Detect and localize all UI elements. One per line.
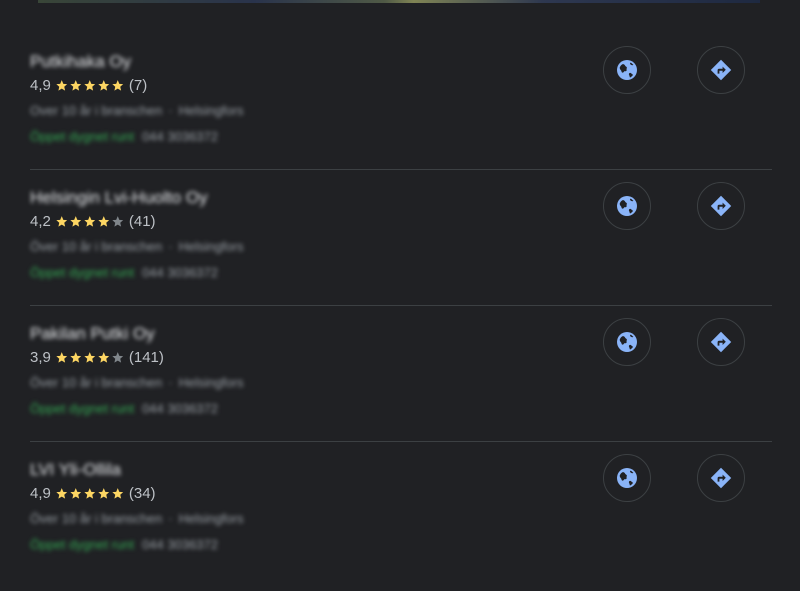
listing-actions: [603, 46, 745, 94]
phone-number[interactable]: 044 3036372: [142, 265, 218, 280]
business-name[interactable]: Helsingin Lvi-Huolto Oy: [30, 186, 244, 210]
star-filled-icon: [55, 487, 69, 500]
phone-number[interactable]: 044 3036372: [142, 401, 218, 416]
review-count[interactable]: (34): [129, 485, 156, 502]
star-empty-icon: [111, 351, 125, 364]
directions-icon: [709, 466, 733, 490]
star-filled-icon: [69, 351, 83, 364]
hours-row: Öppet dygnet runt 044 3036372: [30, 534, 244, 556]
star-filled-icon: [55, 215, 69, 228]
star-filled-icon: [97, 215, 111, 228]
star-filled-icon: [97, 79, 111, 92]
globe-icon: [615, 466, 639, 490]
separator-dot: ·: [168, 375, 173, 390]
star-filled-icon: [69, 79, 83, 92]
rating-value: 4,9: [30, 76, 51, 94]
star-empty-icon: [111, 215, 125, 228]
location-text: Helsingfors: [178, 511, 244, 526]
rating-value: 4,2: [30, 212, 51, 230]
star-filled-icon: [83, 351, 97, 364]
listing-item[interactable]: Pakilan Putki Oy 3,9 (141) Över 10 år i …: [30, 306, 772, 442]
rating-row: 3,9 (141): [30, 346, 244, 368]
rating-row: 4,2 (41): [30, 210, 244, 232]
experience-text: Över 10 år i branschen: [30, 511, 163, 526]
map-preview-strip: [38, 0, 760, 3]
business-name[interactable]: Pakilan Putki Oy: [30, 322, 244, 346]
business-name[interactable]: LVI Yli-Ollila: [30, 458, 244, 482]
open-status: Öppet dygnet runt: [30, 401, 135, 416]
directions-button[interactable]: [697, 318, 745, 366]
location-text: Helsingfors: [178, 239, 244, 254]
experience-text: Över 10 år i branschen: [30, 239, 163, 254]
listing-item[interactable]: Putkihaka Oy 4,9 (7) Over 10 år i bransc…: [30, 34, 772, 170]
star-rating: [55, 79, 125, 92]
directions-icon: [709, 330, 733, 354]
listing-actions: [603, 182, 745, 230]
listing-actions: [603, 318, 745, 366]
star-filled-icon: [83, 79, 97, 92]
website-button[interactable]: [603, 46, 651, 94]
experience-text: Over 10 år i branschen: [30, 103, 163, 118]
location-text: Helsingfors: [178, 103, 244, 118]
star-filled-icon: [83, 487, 97, 500]
open-status: Öppet dygnet runt: [30, 129, 135, 144]
directions-button[interactable]: [697, 182, 745, 230]
open-status: Öppet dygnet runt: [30, 537, 135, 552]
hours-row: Öppet dygnet runt 044 3036372: [30, 126, 244, 148]
review-count[interactable]: (7): [129, 77, 147, 94]
separator-dot: ·: [168, 239, 173, 254]
star-filled-icon: [111, 487, 125, 500]
star-filled-icon: [55, 79, 69, 92]
business-meta: Över 10 år i branschen · Helsingfors: [30, 236, 244, 258]
hours-row: Öppet dygnet runt 044 3036372: [30, 398, 244, 420]
website-button[interactable]: [603, 454, 651, 502]
phone-number[interactable]: 044 3036372: [142, 537, 218, 552]
star-rating: [55, 215, 125, 228]
directions-icon: [709, 58, 733, 82]
separator-dot: ·: [168, 511, 173, 526]
listing-item[interactable]: LVI Yli-Ollila 4,9 (34) Över 10 år i bra…: [30, 442, 772, 578]
directions-icon: [709, 194, 733, 218]
globe-icon: [615, 194, 639, 218]
star-filled-icon: [83, 215, 97, 228]
rating-row: 4,9 (7): [30, 74, 244, 96]
rating-value: 4,9: [30, 484, 51, 502]
directions-button[interactable]: [697, 46, 745, 94]
experience-text: Över 10 år i branschen: [30, 375, 163, 390]
listing-item[interactable]: Helsingin Lvi-Huolto Oy 4,2 (41) Över 10…: [30, 170, 772, 306]
rating-value: 3,9: [30, 348, 51, 366]
rating-row: 4,9 (34): [30, 482, 244, 504]
business-meta: Over 10 år i branschen · Helsingfors: [30, 100, 244, 122]
listing-actions: [603, 454, 745, 502]
website-button[interactable]: [603, 318, 651, 366]
business-listings: Putkihaka Oy 4,9 (7) Over 10 år i bransc…: [30, 34, 772, 578]
star-filled-icon: [97, 487, 111, 500]
hours-row: Öppet dygnet runt 044 3036372: [30, 262, 244, 284]
globe-icon: [615, 58, 639, 82]
globe-icon: [615, 330, 639, 354]
star-rating: [55, 351, 125, 364]
star-filled-icon: [69, 215, 83, 228]
star-filled-icon: [97, 351, 111, 364]
star-rating: [55, 487, 125, 500]
star-filled-icon: [69, 487, 83, 500]
review-count[interactable]: (141): [129, 349, 164, 366]
star-filled-icon: [111, 79, 125, 92]
directions-button[interactable]: [697, 454, 745, 502]
star-filled-icon: [55, 351, 69, 364]
open-status: Öppet dygnet runt: [30, 265, 135, 280]
website-button[interactable]: [603, 182, 651, 230]
business-meta: Över 10 år i branschen · Helsingfors: [30, 508, 244, 530]
phone-number[interactable]: 044 3036372: [142, 129, 218, 144]
review-count[interactable]: (41): [129, 213, 156, 230]
business-name[interactable]: Putkihaka Oy: [30, 50, 244, 74]
separator-dot: ·: [168, 103, 173, 118]
business-meta: Över 10 år i branschen · Helsingfors: [30, 372, 244, 394]
location-text: Helsingfors: [178, 375, 244, 390]
